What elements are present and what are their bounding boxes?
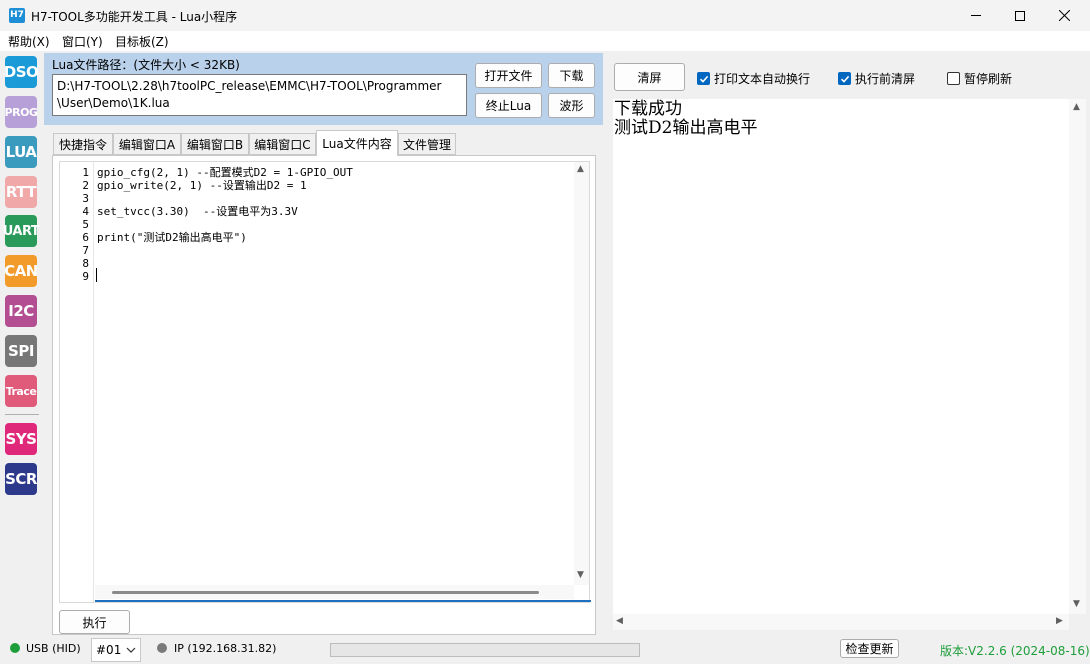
close-button[interactable] xyxy=(1041,0,1087,31)
stop-lua-button[interactable]: 终止Lua xyxy=(475,93,542,118)
sidebar-item-prog[interactable]: PROG xyxy=(5,96,38,128)
output-console[interactable] xyxy=(613,99,1069,614)
code-line: print("测试D2输出高电平") xyxy=(97,231,247,244)
line-number: 3 xyxy=(82,192,89,205)
usb-status-icon xyxy=(10,643,20,653)
ip-status-label: IP (192.168.31.82) xyxy=(174,642,277,655)
device-select[interactable]: #01 xyxy=(91,638,141,662)
line-number: 8 xyxy=(82,257,89,270)
line-number-gutter: 1 2 3 4 5 6 7 8 9 xyxy=(60,162,94,602)
scroll-left-icon[interactable]: ◀ xyxy=(616,616,623,626)
code-line: set_tvcc(3.30) --设置电平为3.3V xyxy=(97,205,298,218)
sidebar-item-scr[interactable]: SCR xyxy=(5,463,37,495)
line-number: 1 xyxy=(82,166,89,179)
tab-edit-window-c[interactable]: 编辑窗口C xyxy=(249,133,316,155)
tab-quick-commands[interactable]: 快捷指令 xyxy=(53,133,113,155)
clear-screen-button[interactable]: 清屏 xyxy=(614,63,685,91)
sidebar-item-trace[interactable]: Trace xyxy=(5,375,37,407)
editor-vertical-scrollbar[interactable]: ▲ ▼ xyxy=(574,162,589,585)
open-file-button[interactable]: 打开文件 xyxy=(475,63,542,88)
lua-path-line-2: \User\Demo\1K.lua xyxy=(57,96,170,110)
sidebar-divider xyxy=(5,414,39,415)
output-line: 测试D2输出高电平 xyxy=(614,118,758,138)
scroll-right-icon[interactable]: ▶ xyxy=(1056,616,1063,626)
sidebar-item-dso[interactable]: DSO xyxy=(4,56,39,88)
clear-before-run-label: 执行前清屏 xyxy=(855,72,916,86)
pause-refresh-label: 暂停刷新 xyxy=(964,72,1013,86)
tab-edit-window-b[interactable]: 编辑窗口B xyxy=(181,133,249,155)
code-line: gpio_cfg(2, 1) --配置模式D2 = 1-GPIO_OUT xyxy=(97,166,353,179)
maximize-button[interactable] xyxy=(997,0,1043,31)
clear-before-run-checkbox[interactable]: 执行前清屏 xyxy=(838,70,915,87)
minimize-button[interactable] xyxy=(953,0,999,31)
scroll-down-icon[interactable]: ▼ xyxy=(1073,599,1080,609)
line-number: 4 xyxy=(82,205,89,218)
checkbox-unchecked-icon xyxy=(947,72,960,85)
output-line: 下载成功 xyxy=(614,99,682,119)
output-vertical-scrollbar[interactable]: ▲ ▼ xyxy=(1069,99,1086,614)
line-number: 9 xyxy=(82,270,89,283)
tab-file-manager[interactable]: 文件管理 xyxy=(398,133,456,155)
sidebar-item-i2c[interactable]: I2C xyxy=(5,295,37,327)
line-number: 5 xyxy=(82,218,89,231)
device-select-value: #01 xyxy=(96,643,122,657)
checkbox-checked-icon xyxy=(838,72,851,85)
menu-window[interactable]: 窗口(Y) xyxy=(62,33,103,50)
code-editor[interactable] xyxy=(59,161,590,603)
minimize-icon xyxy=(971,15,981,16)
download-button[interactable]: 下载 xyxy=(548,63,595,88)
lua-path-line-1: D:\H7-TOOL\2.28\h7toolPC_release\EMMC\H7… xyxy=(57,79,442,93)
run-button[interactable]: 执行 xyxy=(59,610,130,634)
sidebar-item-spi[interactable]: SPI xyxy=(5,335,37,367)
version-label: 版本:V2.2.6 (2024-08-16) xyxy=(940,644,1090,658)
sidebar-item-rtt[interactable]: RTT xyxy=(5,176,37,208)
editor-horizontal-thumb[interactable] xyxy=(112,591,539,594)
maximize-icon xyxy=(1015,10,1025,21)
sidebar-item-lua[interactable]: LUA xyxy=(5,136,37,168)
ip-status-icon xyxy=(157,643,167,653)
menu-target-board[interactable]: 目标板(Z) xyxy=(115,33,169,50)
waveform-button[interactable]: 波形 xyxy=(548,93,595,118)
menu-help[interactable]: 帮助(X) xyxy=(8,33,50,50)
scroll-down-icon[interactable]: ▼ xyxy=(577,570,584,580)
checkbox-checked-icon xyxy=(697,72,710,85)
auto-wrap-label: 打印文本自动换行 xyxy=(714,72,811,86)
line-number: 6 xyxy=(82,231,89,244)
tab-lua-file-content[interactable]: Lua文件内容 xyxy=(316,130,398,156)
chevron-down-icon xyxy=(126,647,136,653)
sidebar-item-uart[interactable]: UART xyxy=(3,215,40,247)
line-number: 7 xyxy=(82,244,89,257)
close-icon xyxy=(1058,10,1070,21)
lua-path-label: Lua文件路径：(文件大小 < 32KB) xyxy=(52,58,240,72)
pause-refresh-checkbox[interactable]: 暂停刷新 xyxy=(947,70,1012,87)
scroll-up-icon[interactable]: ▲ xyxy=(577,164,584,174)
progress-bar xyxy=(330,643,640,657)
line-number: 2 xyxy=(82,179,89,192)
editor-focus-line xyxy=(95,600,591,602)
sidebar-item-can[interactable]: CAN xyxy=(4,255,38,287)
check-update-button[interactable]: 检查更新 xyxy=(840,639,899,658)
app-icon: H7 xyxy=(9,8,25,23)
auto-wrap-checkbox[interactable]: 打印文本自动换行 xyxy=(697,70,810,87)
text-caret xyxy=(96,268,97,282)
scroll-up-icon[interactable]: ▲ xyxy=(1073,102,1080,112)
usb-status-label: USB (HID) xyxy=(26,642,81,655)
code-line: gpio_write(2, 1) --设置输出D2 = 1 xyxy=(97,179,307,192)
lua-path-field[interactable]: D:\H7-TOOL\2.28\h7toolPC_release\EMMC\H7… xyxy=(52,74,467,116)
tab-edit-window-a[interactable]: 编辑窗口A xyxy=(113,133,181,155)
output-horizontal-scrollbar[interactable]: ◀ ▶ xyxy=(613,614,1069,630)
sidebar-item-sys[interactable]: SYS xyxy=(5,423,37,455)
window-title: H7-TOOL多功能开发工具 - Lua小程序 xyxy=(31,10,238,24)
